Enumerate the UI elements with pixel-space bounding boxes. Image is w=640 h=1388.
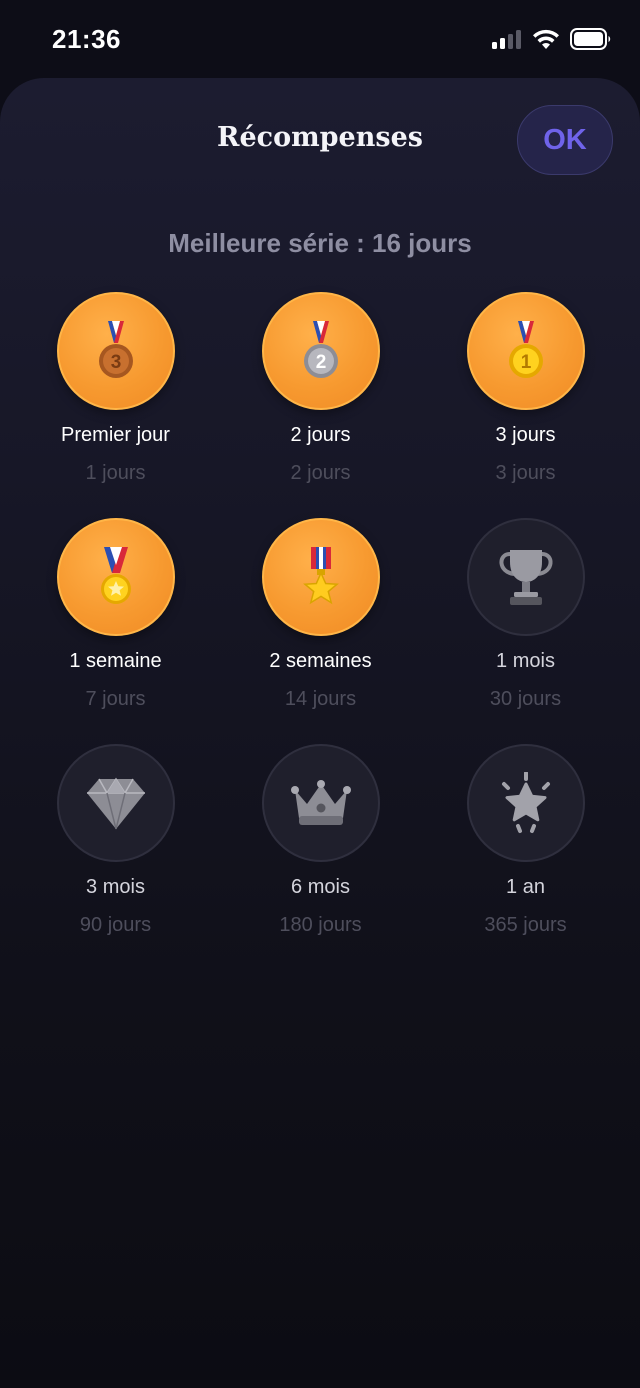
badge-title: 3 mois: [86, 876, 145, 898]
badge-6-mois[interactable]: 6 mois 180 jours: [218, 744, 423, 938]
badge-subtitle: 2 jours: [290, 462, 351, 484]
best-streak-label: Meilleure série : 16 jours: [168, 228, 472, 258]
badge-subtitle: 14 jours: [284, 688, 357, 710]
battery-icon: [570, 28, 611, 50]
badge-circle: [466, 744, 585, 862]
rewards-sheet: Récompenses OK Meilleure série : 16 jour…: [0, 78, 640, 1388]
badge-title: 1 mois: [496, 650, 555, 672]
badge-3-mois[interactable]: 3 mois 90 jours: [13, 744, 218, 938]
military-medal-icon: [302, 547, 339, 605]
badge-circle: 2: [261, 292, 380, 410]
badge-circle: [56, 744, 175, 862]
badge-1-mois[interactable]: 1 mois 30 jours: [423, 518, 628, 712]
sports-medal-icon: [100, 547, 131, 604]
badge-3-jours[interactable]: 1 3 jours 3 jours: [423, 292, 628, 486]
glowing-star-icon: [501, 772, 550, 833]
badge-1-semaine[interactable]: 1 semaine 7 jours: [13, 518, 218, 712]
badge-circle: 1: [466, 292, 585, 410]
svg-text:3: 3: [110, 352, 121, 373]
cellular-signal-icon: [492, 30, 521, 49]
badge-title: 1 an: [506, 876, 545, 898]
silver-medal-icon: 2: [303, 321, 338, 378]
badge-subtitle: 180 jours: [279, 914, 362, 936]
badge-title: 2 jours: [290, 424, 351, 446]
badge-2-semaines[interactable]: 2 semaines 14 jours: [218, 518, 423, 712]
status-time: 21:36: [52, 24, 121, 54]
badge-title: 1 semaine: [69, 650, 162, 672]
gold-medal-icon: 1: [508, 321, 543, 378]
bronze-medal-icon: 3: [98, 321, 133, 378]
status-icons: [492, 28, 612, 50]
badge-2-jours[interactable]: 2 2 jours 2 jours: [218, 292, 423, 486]
badge-title: 2 semaines: [269, 650, 372, 672]
ok-button[interactable]: OK: [517, 105, 613, 175]
badge-circle: [466, 518, 585, 636]
badge-subtitle: 7 jours: [85, 688, 146, 710]
svg-text:1: 1: [520, 352, 531, 373]
badges-grid: 3 Premier jour 1 jours 2 2 jours 2 jours…: [13, 292, 627, 938]
rewards-screen: 21:36 Récompenses OK Meilleure série : 1…: [0, 0, 640, 1388]
badge-circle: [56, 518, 175, 636]
badge-premier-jour[interactable]: 3 Premier jour 1 jours: [13, 292, 218, 486]
badge-title: Premier jour: [61, 424, 170, 446]
badge-1-an[interactable]: 1 an 365 jours: [423, 744, 628, 938]
status-bar: 21:36: [0, 0, 640, 78]
badge-subtitle: 1 jours: [85, 462, 146, 484]
diamond-icon: [86, 777, 145, 830]
badge-title: 6 mois: [291, 876, 350, 898]
badge-title: 3 jours: [495, 424, 556, 446]
badge-circle: 3: [56, 292, 175, 410]
badge-subtitle: 90 jours: [79, 914, 152, 936]
badge-subtitle: 3 jours: [495, 462, 556, 484]
trophy-icon: [499, 550, 552, 605]
badge-circle: [261, 518, 380, 636]
badge-circle: [261, 744, 380, 862]
crown-icon: [290, 780, 351, 825]
wifi-icon: [533, 29, 559, 49]
svg-text:2: 2: [315, 352, 326, 373]
badge-subtitle: 365 jours: [484, 914, 567, 936]
badge-subtitle: 30 jours: [489, 688, 562, 710]
